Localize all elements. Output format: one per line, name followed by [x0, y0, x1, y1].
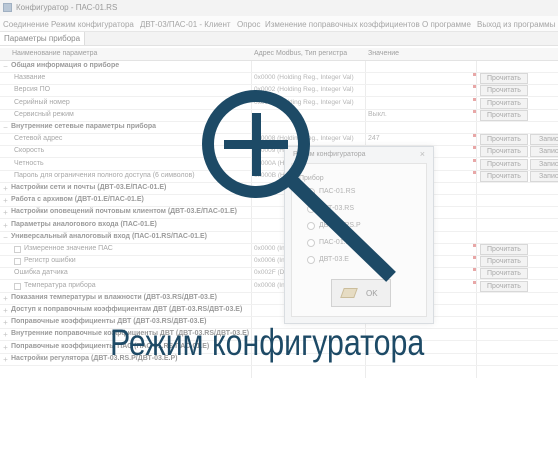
- overlay-caption: Режим конфигуратора: [110, 322, 425, 363]
- plus-horizontal: [224, 140, 288, 149]
- magnifier-handle: [284, 173, 396, 282]
- zoom-in-magnifier-icon: [202, 90, 396, 282]
